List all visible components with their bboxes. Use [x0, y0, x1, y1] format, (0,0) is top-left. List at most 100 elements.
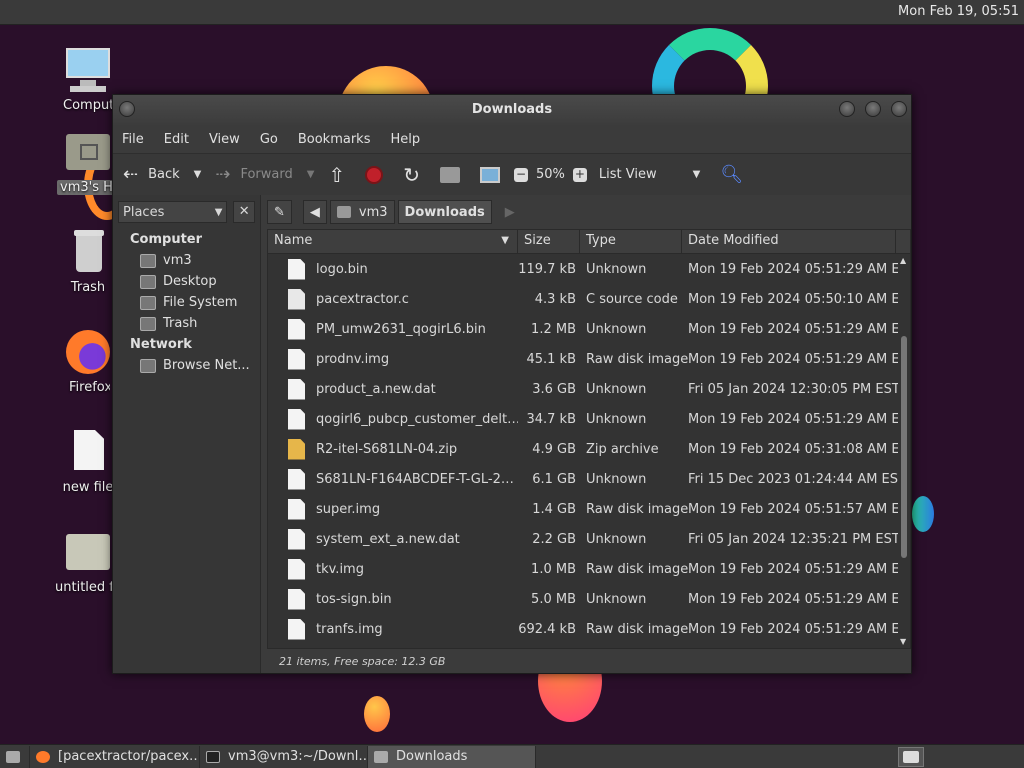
task-label: Downloads — [396, 749, 468, 764]
path-segment-vm3[interactable]: vm3 — [329, 200, 395, 224]
workspace-switcher[interactable] — [898, 746, 924, 767]
title-bar[interactable]: Downloads — [113, 95, 911, 125]
places-selector[interactable]: Places ▼ — [118, 201, 228, 223]
clock[interactable]: Mon Feb 19, 05:51 — [898, 4, 1019, 19]
forward-button[interactable]: ⇢ Forward ▼ — [215, 164, 314, 185]
view-mode-select[interactable]: List View ▼ — [599, 167, 700, 182]
scroll-up-icon[interactable]: ▲ — [900, 256, 906, 265]
table-row[interactable]: qogirl6_pubcp_customer_delt… 34.7 kB Unkno… — [268, 404, 898, 434]
file-name: logo.bin — [316, 261, 368, 277]
file-type: Unknown — [586, 381, 647, 397]
task-downloads[interactable]: Downloads — [368, 745, 536, 768]
table-row[interactable]: PM_umw2631_qogirL6.bin 1.2 MB Unknown Mon 1… — [268, 314, 898, 344]
file-size: 1.4 GB — [532, 501, 576, 517]
path-segment-downloads[interactable]: Downloads — [397, 200, 492, 224]
table-row[interactable]: tos-sign.bin 5.0 MB Unknown Mon 19 Feb 2024… — [268, 584, 898, 614]
edit-location-icon[interactable]: ✎ — [267, 200, 292, 224]
reload-icon[interactable]: ↻ — [403, 163, 420, 187]
file-icon — [288, 618, 305, 640]
home-folder-icon — [336, 206, 351, 218]
file-date: Mon 19 Feb 2024 05:51:29 AM EST — [688, 411, 898, 427]
show-desktop-icon — [6, 750, 20, 763]
menu-bookmarks[interactable]: Bookmarks — [298, 132, 371, 147]
file-icon — [64, 428, 112, 476]
column-header-name[interactable]: Name ▼ — [268, 230, 518, 253]
table-row[interactable]: super.img 1.4 GB Raw disk image Mon 19 Feb … — [268, 494, 898, 524]
file-type: Raw disk image — [586, 501, 689, 517]
zoom-out-icon[interactable]: − — [513, 167, 528, 182]
sort-indicator-icon: ▼ — [501, 235, 509, 246]
file-icon — [288, 318, 305, 340]
table-row[interactable]: product_a.new.dat 3.6 GB Unknown Fri 05 Jan… — [268, 374, 898, 404]
sidebar-item-file-system[interactable]: File System — [113, 292, 260, 313]
toolbar: ⇠ Back ▼ ⇢ Forward ▼ ⇧ ↻ − 50% + List Vi… — [113, 153, 911, 195]
path-bar: ✎ ◀ vm3 Downloads ▶ — [267, 199, 911, 225]
file-name-cell: super.img — [268, 498, 518, 520]
computer-icon — [64, 46, 112, 94]
up-icon[interactable]: ⇧ — [328, 163, 345, 187]
menu-file[interactable]: File — [122, 132, 144, 147]
task-terminal[interactable]: vm3@vm3:~/Downl… — [200, 745, 368, 768]
firefox-icon — [64, 328, 112, 376]
status-bar: 21 items, Free space: 12.3 GB — [279, 655, 446, 668]
stop-icon[interactable] — [365, 165, 384, 184]
desktop-folder-icon — [140, 274, 156, 289]
file-size: 692.4 kB — [518, 621, 576, 637]
menu-go[interactable]: Go — [260, 132, 278, 147]
desktop-icon-label: vm3's Home — [57, 180, 119, 195]
search-icon[interactable]: 🔍︎ — [720, 164, 743, 185]
back-button[interactable]: ⇠ Back ▼ — [123, 164, 201, 185]
forward-dropdown-icon[interactable]: ▼ — [307, 169, 315, 180]
file-date: Mon 19 Feb 2024 05:51:29 AM EST — [688, 351, 898, 367]
menu-view[interactable]: View — [209, 132, 240, 147]
vertical-scrollbar[interactable]: ▲ ▼ — [898, 254, 910, 648]
table-row[interactable]: R2-itel-S681LN-04.zip 4.9 GB Zip archive Mo… — [268, 434, 898, 464]
sidebar-item-label: vm3 — [163, 253, 192, 268]
file-date: Mon 19 Feb 2024 05:51:29 AM EST — [688, 321, 898, 337]
sidebar-item-browse-network[interactable]: Browse Net... — [113, 355, 260, 376]
column-header-type[interactable]: Type — [580, 230, 682, 253]
zoom-in-icon[interactable]: + — [572, 167, 587, 182]
maximize-button[interactable] — [865, 101, 881, 117]
file-icon — [288, 468, 305, 490]
home-icon[interactable] — [439, 166, 460, 183]
scrollbar-thumb[interactable] — [901, 336, 907, 558]
file-type: Unknown — [586, 591, 647, 607]
file-size: 119.7 kB — [518, 261, 576, 277]
column-header-label: Name — [274, 233, 313, 248]
sidebar-heading-network: Network — [130, 337, 192, 352]
task-firefox[interactable]: [pacextractor/pacex… — [30, 745, 200, 768]
top-panel: Mon Feb 19, 05:51 — [0, 0, 1024, 25]
taskbar: [pacextractor/pacex… vm3@vm3:~/Downl… Do… — [0, 744, 1024, 768]
menu-edit[interactable]: Edit — [164, 132, 189, 147]
sidebar-item-desktop[interactable]: Desktop — [113, 271, 260, 292]
back-dropdown-icon[interactable]: ▼ — [194, 169, 202, 180]
table-row[interactable]: S681LN-F164ABCDEF-T-GL-2… 6.1 GB Unknown Fr… — [268, 464, 898, 494]
sidebar-item-vm3[interactable]: vm3 — [113, 250, 260, 271]
minimize-button[interactable] — [839, 101, 855, 117]
file-type: Zip archive — [586, 441, 659, 457]
sidebar-item-trash[interactable]: Trash — [113, 313, 260, 334]
file-size: 4.3 kB — [534, 291, 576, 307]
scroll-down-icon[interactable]: ▼ — [900, 637, 906, 646]
computer-icon[interactable] — [479, 166, 500, 183]
table-row[interactable]: logo.bin 119.7 kB Unknown Mon 19 Feb 2024 0… — [268, 254, 898, 284]
file-date: Mon 19 Feb 2024 05:51:57 AM EST — [688, 501, 898, 517]
table-row[interactable]: prodnv.img 45.1 kB Raw disk image Mon 19 Fe… — [268, 344, 898, 374]
table-row[interactable]: pacextractor.c 4.3 kB C source code Mon 19 … — [268, 284, 898, 314]
column-header-date[interactable]: Date Modified — [682, 230, 896, 253]
file-type: Unknown — [586, 261, 647, 277]
show-desktop-button[interactable] — [0, 745, 30, 768]
file-icon — [288, 588, 305, 610]
column-header-size[interactable]: Size — [518, 230, 580, 253]
path-scroll-left-icon[interactable]: ◀ — [302, 200, 327, 224]
table-row[interactable]: tranfs.img 692.4 kB Raw disk image Mon 19 F… — [268, 614, 898, 644]
view-mode-dropdown-icon: ▼ — [692, 169, 701, 180]
table-row[interactable]: tkv.img 1.0 MB Raw disk image Mon 19 Feb 20… — [268, 554, 898, 584]
places-selector-label: Places — [123, 204, 165, 220]
table-row[interactable]: system_ext_a.new.dat 2.2 GB Unknown Fri 05 … — [268, 524, 898, 554]
menu-help[interactable]: Help — [390, 132, 420, 147]
close-sidebar-icon[interactable]: ✕ — [233, 201, 255, 223]
close-button[interactable] — [891, 101, 907, 117]
path-scroll-right-icon[interactable]: ▶ — [505, 205, 515, 220]
